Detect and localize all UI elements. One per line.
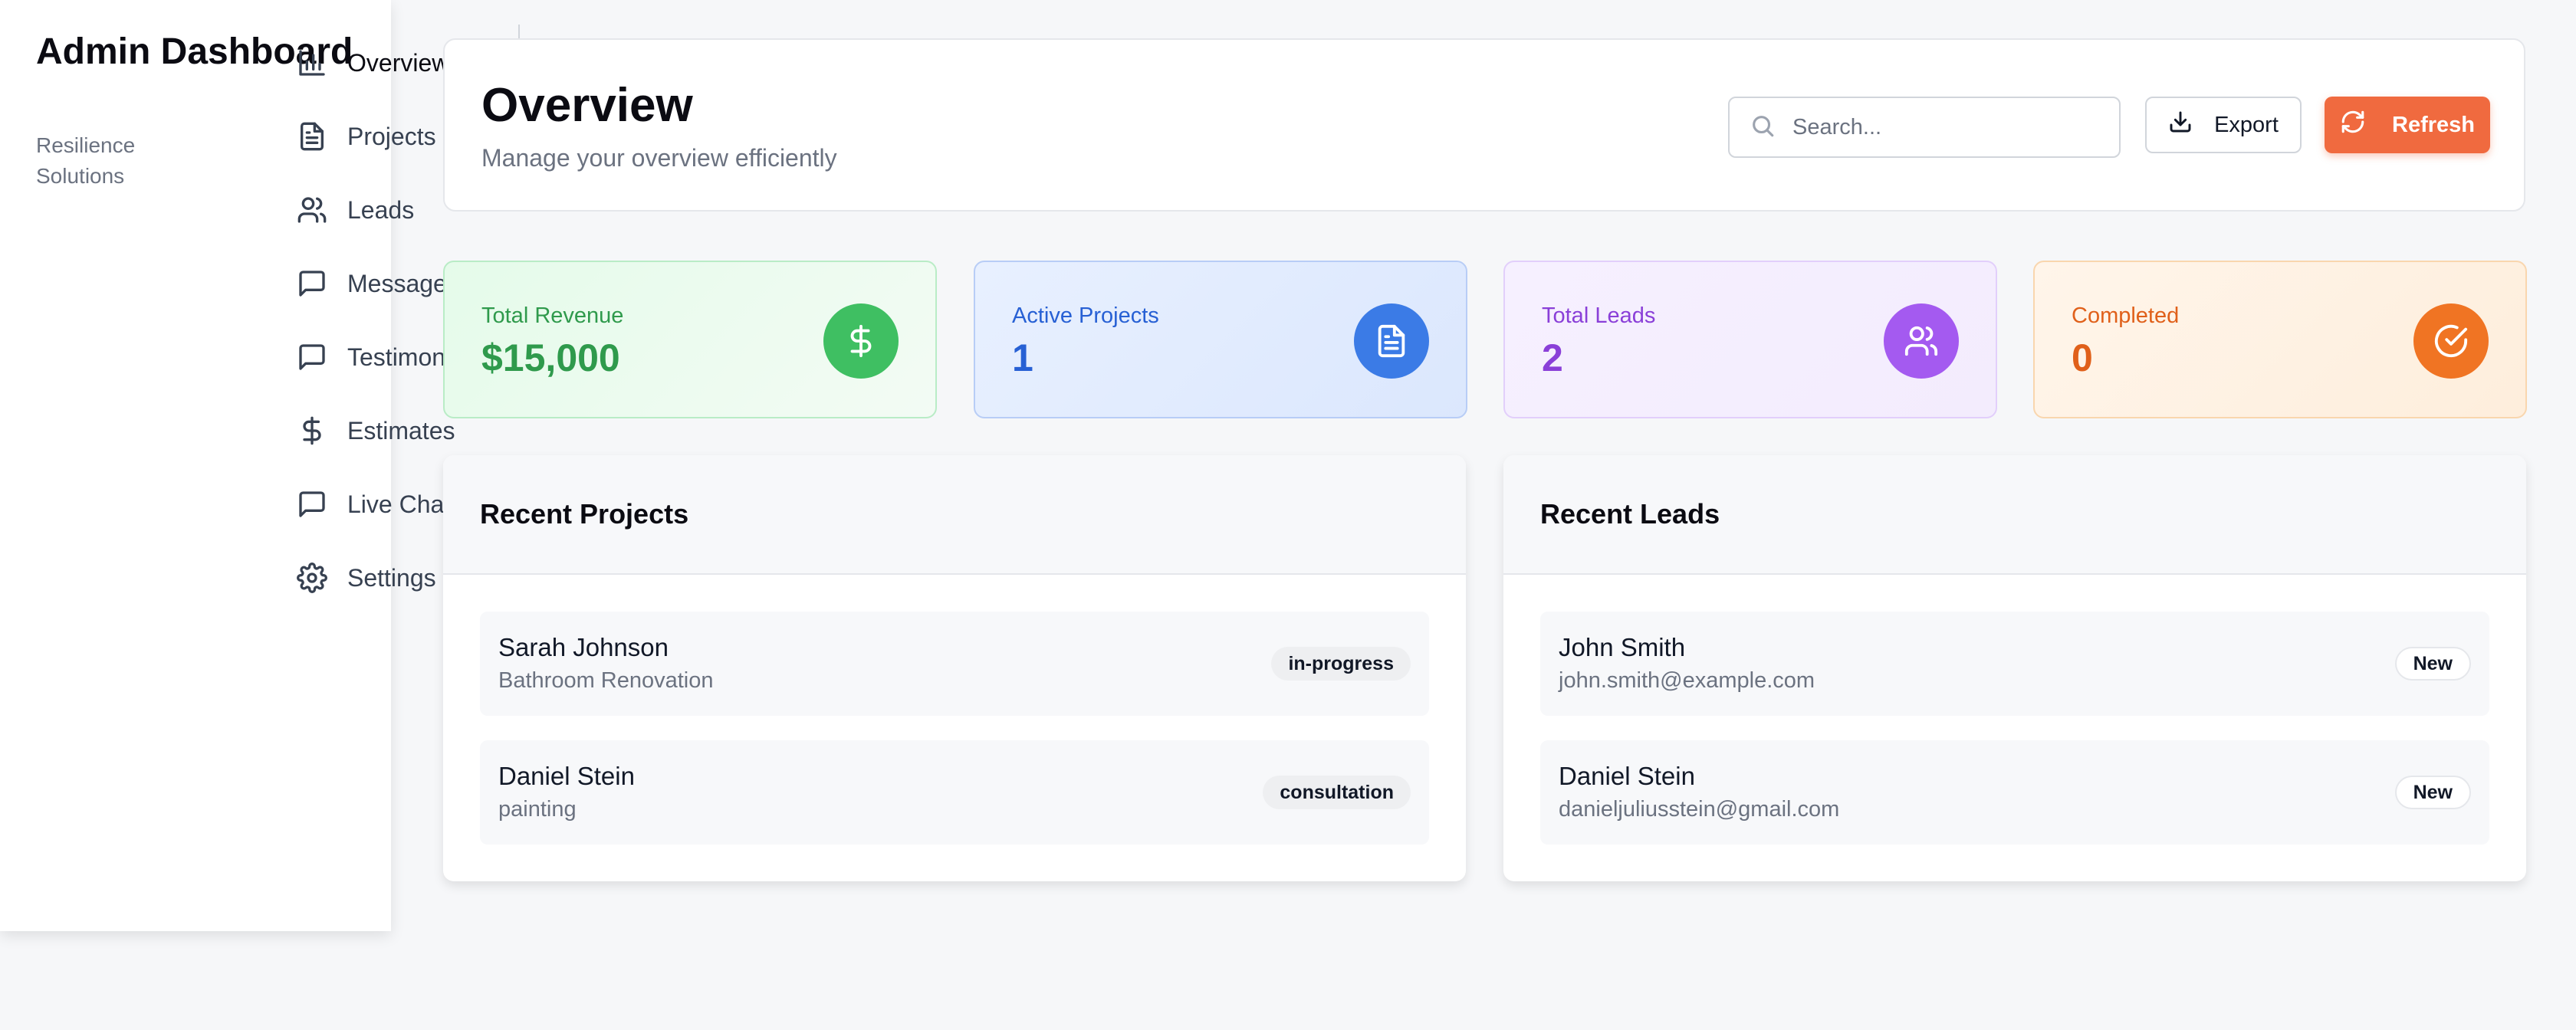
sidebar-item-label: Estimates [347,416,455,444]
brand-subtitle: Resilience Solutions [36,133,136,188]
dollar-icon [823,303,899,379]
message-icon [295,267,329,300]
page-header: Overview Manage your overview efficientl… [443,38,2525,212]
lead-email: john.smith@example.com [1559,668,1815,693]
list-item[interactable]: Daniel Stein painting consultation [480,740,1429,845]
stat-label: Total Revenue [481,303,624,328]
sidebar-item-label: Live Chat [347,490,452,518]
page-title: Overview [481,79,693,132]
status-badge: in-progress [1271,647,1411,681]
list-item[interactable]: Sarah Johnson Bathroom Renovation in-pro… [480,612,1429,716]
bar-chart-icon [295,46,329,80]
message-icon [295,340,329,374]
status-badge: New [2394,647,2471,681]
stat-label: Total Leads [1542,303,1656,328]
project-client-name: Daniel Stein [498,762,635,790]
status-badge: New [2394,776,2471,809]
check-circle-icon [2413,303,2489,379]
download-icon [2168,110,2193,140]
project-client-name: Sarah Johnson [498,633,669,661]
sidebar-item-label: Leads [347,195,415,224]
recent-leads-panel: Recent Leads John Smith john.smith@examp… [1503,455,2526,881]
recent-projects-panel: Recent Projects Sarah Johnson Bathroom R… [443,455,1466,881]
users-icon [295,193,329,227]
stat-card-total-revenue: Total Revenue $15,000 [443,261,937,418]
sidebar-item-label: Overview [347,48,450,77]
export-button[interactable]: Export [2145,97,2302,153]
export-label: Export [2214,112,2279,137]
status-badge: consultation [1263,776,1411,809]
file-text-icon [1354,303,1429,379]
sidebar-item-label: Messages [347,269,459,297]
panel-header: Recent Leads [1503,455,2526,575]
search-input[interactable] [1792,114,2084,140]
stat-card-active-projects: Active Projects 1 [974,261,1467,418]
stat-label: Completed [2072,303,2180,328]
stat-value: $15,000 [481,336,620,379]
divider [518,25,520,38]
file-text-icon [295,120,329,153]
project-type: painting [498,797,577,822]
panel-title: Recent Leads [1540,498,1720,530]
project-type: Bathroom Renovation [498,668,714,693]
sidebar-item-label: Settings [347,563,436,592]
lead-name: John Smith [1559,633,1686,661]
stat-value: 1 [1012,336,1033,379]
lead-name: Daniel Stein [1559,762,1695,790]
stat-card-completed: Completed 0 [2033,261,2527,418]
search-box[interactable] [1728,97,2121,158]
stat-card-total-leads: Total Leads 2 [1503,261,1997,418]
page-subtitle: Manage your overview efficiently [481,144,837,172]
dollar-icon [295,414,329,448]
gear-icon [295,561,329,595]
lead-email: danieljuliusstein@gmail.com [1559,797,1840,822]
sidebar-item-label: Projects [347,122,436,150]
stat-label: Active Projects [1012,303,1159,328]
refresh-label: Refresh [2392,112,2475,137]
users-icon [1884,303,1959,379]
message-icon [295,487,329,521]
search-icon [1730,113,1776,143]
panel-header: Recent Projects [443,455,1466,575]
panel-title: Recent Projects [480,498,689,530]
list-item[interactable]: John Smith john.smith@example.com New [1540,612,2489,716]
stat-value: 2 [1542,336,1563,379]
refresh-icon [2340,109,2366,141]
refresh-button[interactable]: Refresh [2325,97,2490,153]
stat-value: 0 [2072,336,2093,379]
list-item[interactable]: Daniel Stein danieljuliusstein@gmail.com… [1540,740,2489,845]
